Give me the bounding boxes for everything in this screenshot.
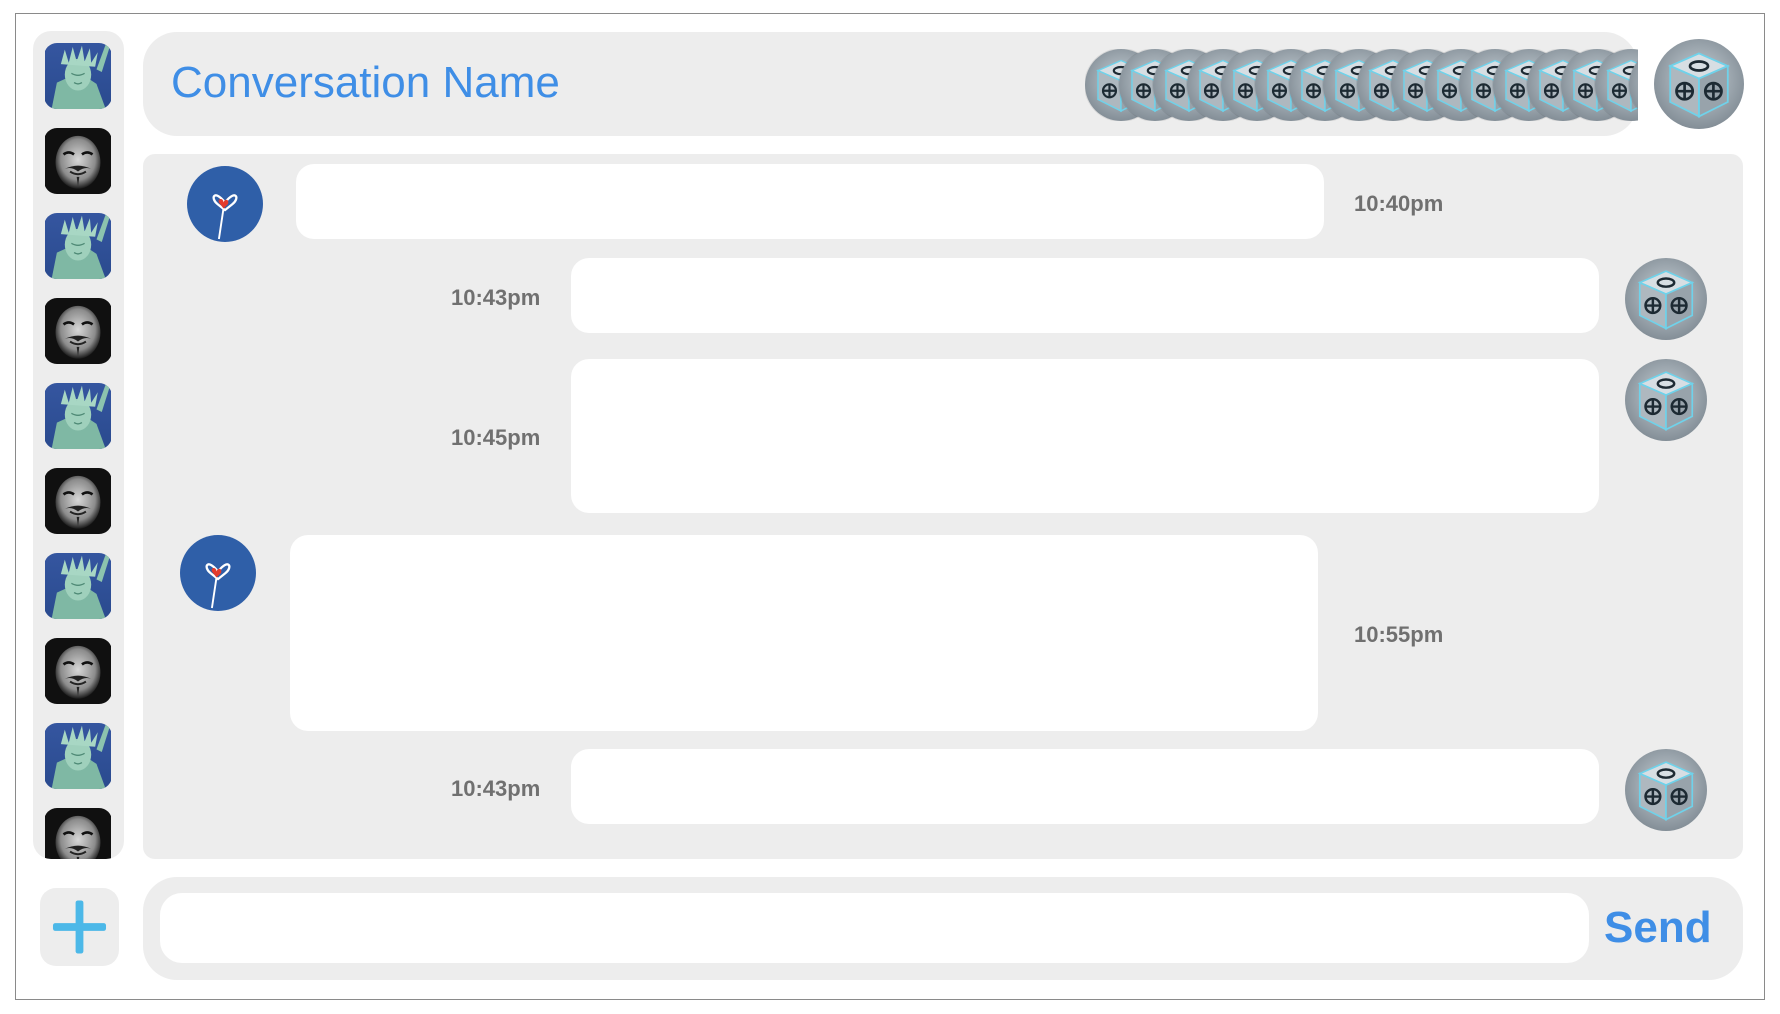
statue-of-liberty-avatar-icon — [44, 553, 112, 619]
message-sender-avatar[interactable] — [187, 166, 263, 242]
message-bubble[interactable] — [571, 359, 1599, 513]
metal-cube-avatar-icon — [1625, 749, 1707, 831]
message-input[interactable] — [160, 893, 1589, 963]
message-bubble[interactable] — [571, 258, 1599, 333]
conversation-header: Conversation Name — [143, 32, 1638, 136]
send-button[interactable]: Send — [1604, 903, 1712, 953]
conversation-sidebar[interactable] — [33, 31, 124, 859]
statue-of-liberty-avatar-icon — [44, 383, 112, 449]
sidebar-conversation-7[interactable] — [44, 553, 112, 619]
statue-of-liberty-avatar-icon — [44, 43, 112, 109]
sidebar-conversation-1[interactable] — [44, 43, 112, 109]
plus-icon — [40, 888, 119, 966]
message-sender-avatar[interactable] — [180, 535, 256, 611]
sidebar-conversation-8[interactable] — [44, 638, 112, 704]
sidebar-conversation-10[interactable] — [44, 808, 112, 859]
message-composer: Send — [143, 877, 1743, 980]
metal-cube-avatar-icon — [1625, 359, 1707, 441]
message-sender-avatar[interactable] — [1625, 258, 1707, 340]
guy-fawkes-mask-avatar-icon — [44, 128, 112, 194]
sidebar-conversation-2[interactable] — [44, 128, 112, 194]
guy-fawkes-mask-avatar-icon — [44, 808, 112, 859]
message-bubble[interactable] — [290, 535, 1318, 731]
guy-fawkes-mask-avatar-icon — [44, 638, 112, 704]
guy-fawkes-mask-avatar-icon — [44, 298, 112, 364]
metal-cube-avatar-icon — [1625, 258, 1707, 340]
sidebar-conversation-5[interactable] — [44, 383, 112, 449]
message-timestamp: 10:43pm — [451, 776, 541, 801]
message-timestamp: 10:45pm — [451, 425, 541, 450]
participant-avatar-strip[interactable] — [1085, 49, 1638, 121]
message-bubble[interactable] — [571, 749, 1599, 824]
metal-cube-avatar-icon — [1654, 39, 1744, 129]
sidebar-conversation-4[interactable] — [44, 298, 112, 364]
sidebar-conversation-3[interactable] — [44, 213, 112, 279]
sidebar-conversation-6[interactable] — [44, 468, 112, 534]
conversation-title[interactable]: Conversation Name — [171, 58, 560, 108]
message-timestamp: 10:55pm — [1354, 622, 1444, 647]
message-bubble[interactable] — [296, 164, 1324, 239]
statue-of-liberty-avatar-icon — [44, 213, 112, 279]
message-sender-avatar[interactable] — [1625, 749, 1707, 831]
guy-fawkes-mask-avatar-icon — [44, 468, 112, 534]
message-timestamp: 10:40pm — [1354, 191, 1444, 216]
heart-balloon-avatar-icon — [180, 535, 256, 611]
current-user-avatar[interactable] — [1654, 39, 1744, 129]
message-list[interactable]: 10:40pm 10:43pm 10:45pm 10:55pm 10:43pm — [143, 154, 1743, 859]
message-timestamp: 10:43pm — [451, 285, 541, 310]
heart-balloon-avatar-icon — [187, 166, 263, 242]
statue-of-liberty-avatar-icon — [44, 723, 112, 789]
add-conversation-button[interactable] — [40, 888, 119, 966]
message-sender-avatar[interactable] — [1625, 359, 1707, 441]
sidebar-conversation-9[interactable] — [44, 723, 112, 789]
